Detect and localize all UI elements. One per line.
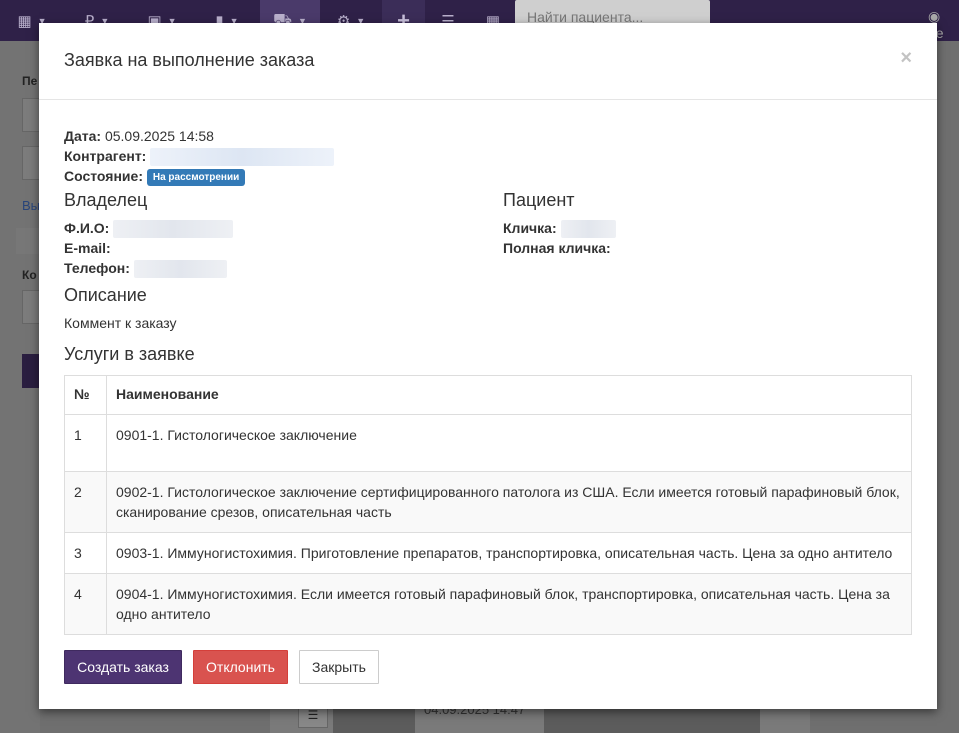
bg-link: Вы xyxy=(22,198,41,213)
table-row: 1 0901-1. Гистологическое заключение xyxy=(64,414,912,472)
modal-footer: Создать заказ Отклонить Закрыть xyxy=(64,650,379,684)
row-name: 0903-1. Иммуногистохимия. Приготовление … xyxy=(106,532,912,574)
contractor-label: Контрагент: xyxy=(64,148,147,164)
patient-nickname-line: Кличка: xyxy=(503,218,616,239)
description-text: Коммент к заказу xyxy=(64,315,177,331)
owner-fio-redacted xyxy=(113,220,234,239)
contractor-line: Контрагент: xyxy=(64,146,912,167)
state-line: Состояние: На рассмотрении xyxy=(64,166,912,186)
patient-full-nickname-line: Полная кличка: xyxy=(503,238,616,258)
row-number: 3 xyxy=(64,532,107,574)
owner-email-line: E-mail: xyxy=(64,238,233,258)
modal-body: Дата: 05.09.2025 14:58 Контрагент: Состо… xyxy=(64,126,912,635)
owner-phone-redacted xyxy=(133,260,227,279)
patient-heading: Пациент xyxy=(503,190,575,210)
row-name: 0902-1. Гистологическое заключение серти… xyxy=(106,471,912,533)
table-header-row: № Наименование xyxy=(64,375,912,415)
owner-heading: Владелец xyxy=(64,190,148,210)
services-heading: Услуги в заявке xyxy=(64,344,195,364)
row-name: 0904-1. Иммуногистохимия. Если имеется г… xyxy=(106,573,912,635)
contractor-value-redacted xyxy=(150,148,335,167)
row-name: 0901-1. Гистологическое заключение xyxy=(106,414,912,472)
table-row: 4 0904-1. Иммуногистохимия. Если имеется… xyxy=(64,573,912,635)
row-number: 4 xyxy=(64,573,107,635)
owner-phone-line: Телефон: xyxy=(64,258,233,279)
create-order-button[interactable]: Создать заказ xyxy=(64,650,182,684)
table-row: 2 0902-1. Гистологическое заключение сер… xyxy=(64,471,912,533)
status-badge: На рассмотрении xyxy=(146,168,246,186)
date-line: Дата: 05.09.2025 14:58 xyxy=(64,126,912,146)
owner-phone-label: Телефон: xyxy=(64,260,130,276)
description-heading: Описание xyxy=(64,285,147,305)
services-table: № Наименование 1 0901-1. Гистологическое… xyxy=(64,375,912,635)
user-icon: ◉ xyxy=(928,8,941,24)
row-number: 2 xyxy=(64,471,107,533)
bg-label-1: Пе xyxy=(22,74,38,88)
reject-button[interactable]: Отклонить xyxy=(193,650,288,684)
row-number: 1 xyxy=(64,414,107,472)
modal-title: Заявка на выполнение заказа xyxy=(64,50,315,70)
owner-fio-label: Ф.И.О: xyxy=(64,220,110,236)
date-value: 05.09.2025 14:58 xyxy=(104,128,214,144)
grid-icon: ▦ xyxy=(17,12,32,30)
col-number-header: № xyxy=(64,375,107,415)
col-name-header: Наименование xyxy=(106,375,912,415)
owner-email-label: E-mail: xyxy=(64,240,111,256)
patient-nickname-redacted xyxy=(560,220,616,239)
state-label: Состояние: xyxy=(64,168,143,184)
owner-patient-section: Владелец Ф.И.О: E-mail: Телефон: Пациент… xyxy=(64,186,912,284)
bg-label-2: Ко xyxy=(22,268,37,282)
owner-column: Владелец Ф.И.О: E-mail: Телефон: xyxy=(64,186,234,279)
table-row: 3 0903-1. Иммуногистохимия. Приготовлени… xyxy=(64,532,912,574)
owner-fio-line: Ф.И.О: xyxy=(64,218,234,239)
modal-header: Заявка на выполнение заказа × xyxy=(39,23,937,100)
patient-column: Пациент Кличка: Полная кличка: xyxy=(503,186,616,258)
bg-collapse xyxy=(16,228,40,254)
date-label: Дата: xyxy=(64,128,102,144)
patient-full-nickname-label: Полная кличка: xyxy=(503,240,611,256)
close-button[interactable]: Закрыть xyxy=(299,650,379,684)
patient-nickname-label: Кличка: xyxy=(503,220,557,236)
order-request-modal: Заявка на выполнение заказа × Дата: 05.0… xyxy=(39,23,937,709)
close-icon[interactable]: × xyxy=(900,47,912,70)
